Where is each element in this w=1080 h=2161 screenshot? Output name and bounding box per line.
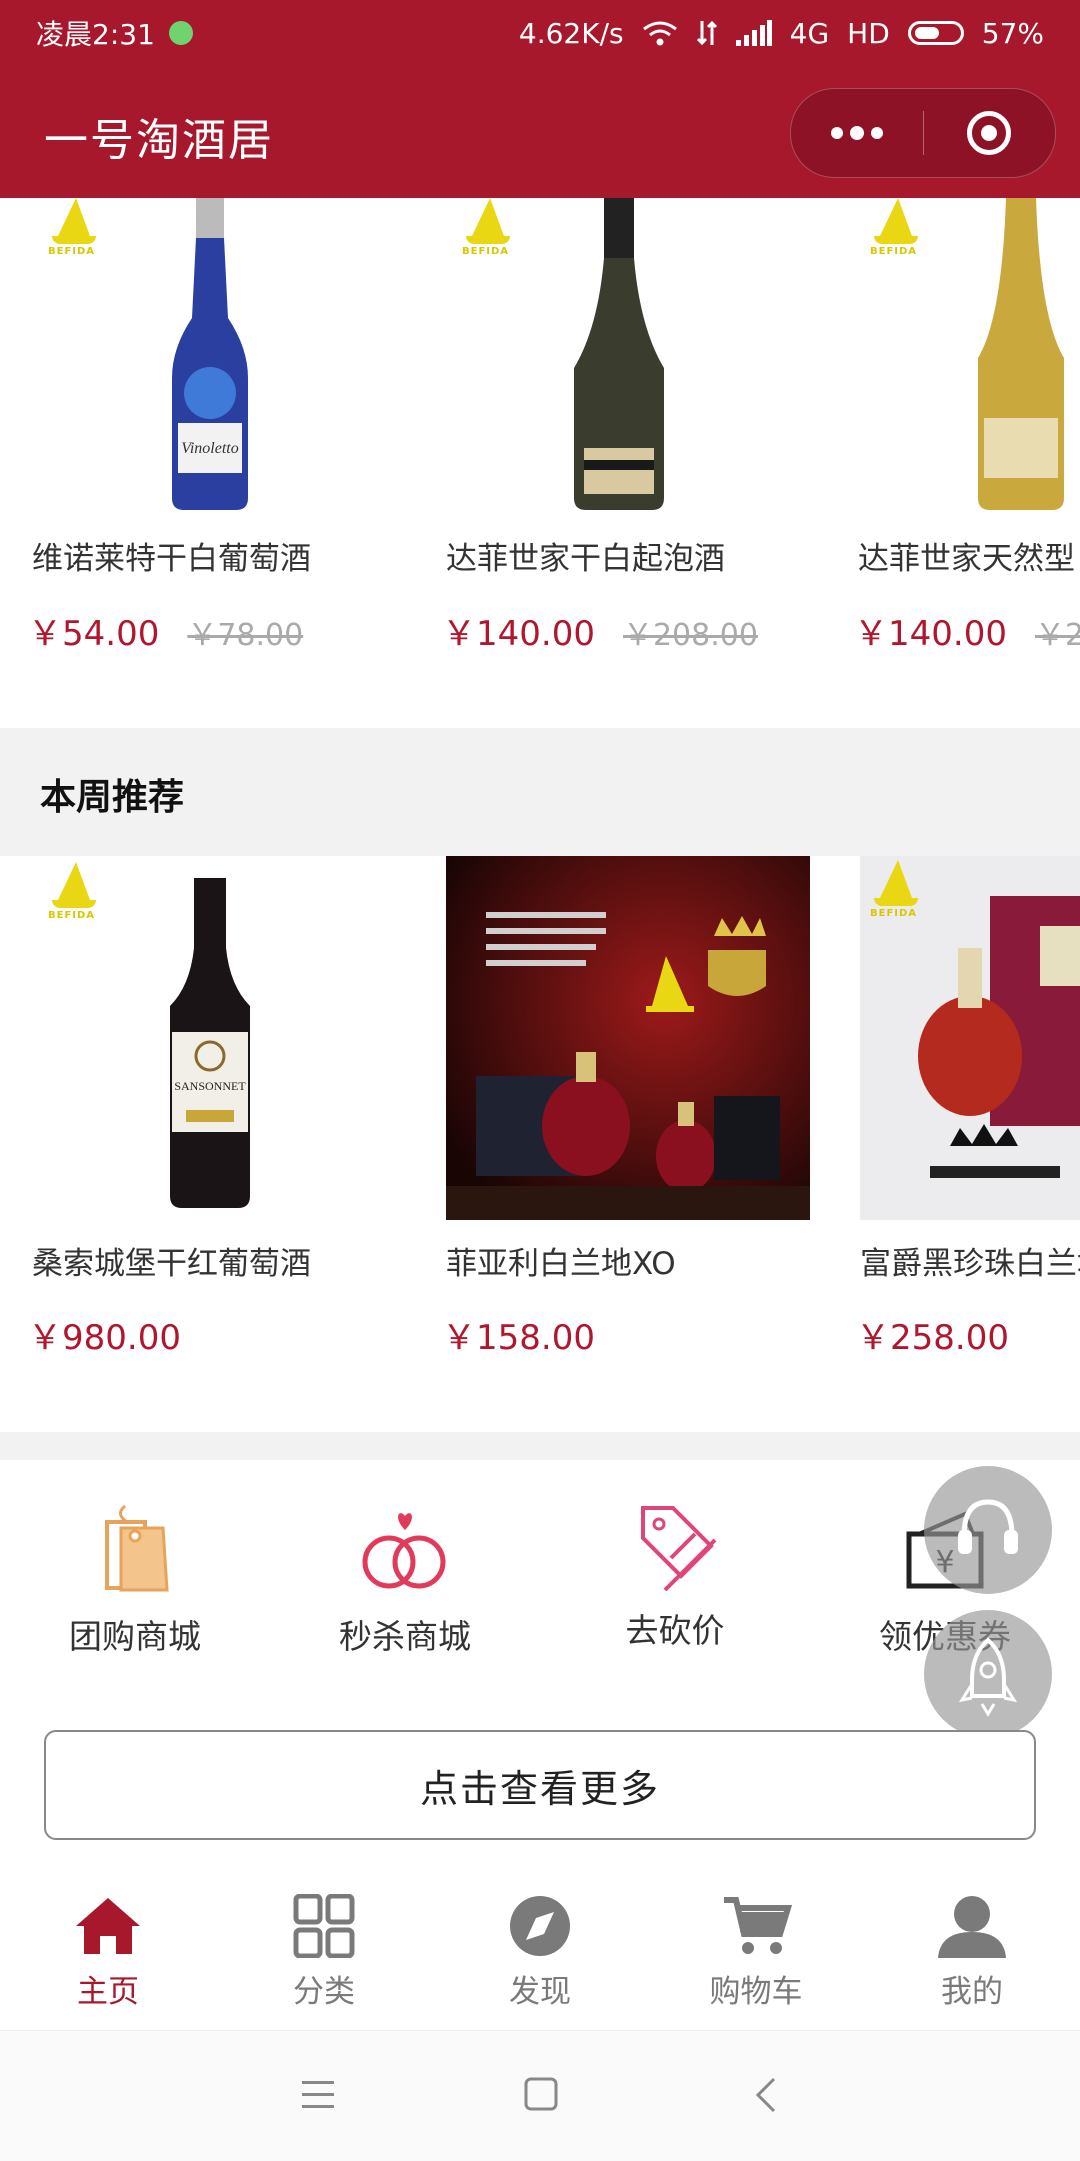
svg-text:Vinoletto: Vinoletto: [181, 440, 238, 457]
svg-text:SANSONNET: SANSONNET: [174, 1079, 246, 1093]
battery-level: 57%: [981, 16, 1044, 50]
product-price: ￥158.00: [442, 1318, 595, 1358]
headset-icon: [958, 1499, 1018, 1554]
product-price: ￥258.00: [856, 1318, 1009, 1358]
home-square-icon[interactable]: [524, 2077, 558, 2111]
price-row: ￥54.00 ￥78.00: [28, 606, 303, 655]
befida-logo: BEFIDA: [870, 860, 922, 924]
product-name: 达菲世家天然型: [858, 541, 1075, 577]
product-old-price: ￥208.00: [1034, 618, 1080, 653]
menu-icon[interactable]: [300, 2079, 336, 2111]
data-transfer-icon: [696, 20, 717, 46]
feature-label: 秒杀商城: [339, 1617, 471, 1656]
product-old-price: ￥208.00: [622, 618, 758, 653]
customer-service-button[interactable]: [924, 1466, 1052, 1594]
tab-category[interactable]: 分类: [216, 1894, 432, 2011]
wechat-notification-icon: [168, 21, 193, 45]
cart-icon: [724, 1897, 792, 1954]
grid-icon: [293, 1894, 355, 1958]
tab-home[interactable]: 主页: [0, 1894, 216, 2011]
back-icon[interactable]: [754, 2077, 778, 2113]
view-more-button[interactable]: 点击查看更多: [44, 1730, 1036, 1840]
product-card[interactable]: BEFIDA 达菲世家干白起泡酒 ￥140.00 ￥208.00: [414, 198, 778, 728]
product-card[interactable]: BEFIDA 达菲世家天然型 ￥140.00 ￥208.00: [828, 198, 1080, 728]
tab-label: 分类: [293, 1974, 355, 2010]
befida-logo: BEFIDA: [462, 198, 514, 262]
price-row: ￥158.00: [442, 1310, 595, 1359]
price-row: ￥140.00 ￥208.00: [442, 606, 758, 655]
product-card[interactable]: BEFIDA 富爵黑珍珠白兰地 ￥258.00: [856, 856, 1080, 1430]
top-product-row: Vinoletto BEFIDA 维诺莱特干白葡萄酒 ￥54.00 ￥78.00…: [0, 198, 1080, 728]
network-speed: 4.62K/s: [518, 16, 624, 50]
more-dots-icon[interactable]: [791, 89, 923, 177]
rocket-icon: [958, 1637, 1018, 1717]
weekly-section-title: 本周推荐: [40, 777, 185, 818]
product-name: 达菲世家干白起泡酒: [446, 541, 725, 577]
feature-entries: 团购商城 秒杀商城 去砍价 ¥ 领优惠券: [0, 1460, 1080, 1680]
hd-indicator: HD: [847, 16, 890, 50]
battery-icon: [907, 21, 964, 45]
back-to-top-button[interactable]: [924, 1610, 1052, 1738]
product-card[interactable]: Vinoletto BEFIDA 维诺莱特干白葡萄酒 ￥54.00 ￥78.00: [0, 198, 364, 728]
price-row: ￥140.00 ￥208.00: [854, 606, 1080, 655]
product-price: ￥980.00: [28, 1318, 181, 1358]
befida-logo: BEFIDA: [48, 198, 100, 262]
tab-cart[interactable]: 购物车: [648, 1894, 864, 2011]
home-icon: [76, 1898, 140, 1954]
product-name: 桑索城堡干红葡萄酒: [32, 1246, 311, 1282]
product-card[interactable]: SANSONNET BEFIDA 桑索城堡干红葡萄酒 ￥980.00: [0, 856, 364, 1430]
rings-icon: [362, 1513, 446, 1589]
tab-mine[interactable]: 我的: [864, 1894, 1080, 2011]
status-time: 凌晨2:31: [36, 18, 155, 51]
section-separator: [0, 1432, 1080, 1460]
feature-label: 团购商城: [69, 1617, 201, 1656]
befida-logo: BEFIDA: [48, 862, 100, 926]
product-price: ￥140.00: [442, 614, 595, 654]
close-target-button[interactable]: [924, 89, 1056, 177]
price-tag-icon: [105, 1504, 169, 1592]
feature-group-buy[interactable]: 团购商城: [0, 1460, 270, 1660]
bottom-tab-bar: 主页 分类 发现 购物车 我的: [0, 1870, 1080, 2030]
product-price: ￥54.00: [28, 614, 160, 654]
status-bar: 凌晨2:31 4.62K/s 4G HD 57%: [0, 0, 1080, 66]
tab-label: 主页: [77, 1974, 139, 2010]
tab-discover[interactable]: 发现: [432, 1894, 648, 2011]
product-old-price: ￥78.00: [187, 618, 304, 653]
befida-logo: BEFIDA: [870, 198, 922, 262]
discount-tag-icon: [641, 1506, 717, 1592]
network-type: 4G: [789, 16, 830, 50]
tab-label: 我的: [941, 1974, 1003, 2010]
price-row: ￥980.00: [28, 1310, 181, 1359]
user-icon: [938, 1896, 1006, 1958]
mini-program-capsule: [790, 88, 1056, 178]
product-name: 维诺莱特干白葡萄酒: [32, 541, 311, 577]
price-row: ￥258.00: [856, 1310, 1009, 1359]
signal-icon: [735, 20, 772, 46]
compass-icon: [510, 1896, 570, 1956]
weekly-product-row: SANSONNET BEFIDA 桑索城堡干红葡萄酒 ￥980.00 菲亚利白兰…: [0, 856, 1080, 1430]
product-name: 菲亚利白兰地XO: [446, 1246, 676, 1282]
wifi-icon: [642, 21, 677, 46]
product-card[interactable]: 菲亚利白兰地XO ￥158.00: [442, 856, 810, 1430]
feature-flash-sale[interactable]: 秒杀商城: [270, 1460, 540, 1660]
product-image: [828, 198, 1080, 518]
target-circle-icon: [967, 111, 1012, 155]
system-nav-bar: [0, 2030, 1080, 2161]
feature-bargain[interactable]: 去砍价: [540, 1460, 810, 1660]
product-name: 富爵黑珍珠白兰地: [860, 1246, 1080, 1282]
tab-label: 发现: [509, 1974, 571, 2010]
tab-label: 购物车: [709, 1974, 803, 2010]
feature-label: 去砍价: [625, 1611, 725, 1650]
product-price: ￥140.00: [854, 614, 1007, 654]
app-title: 一号淘酒居: [44, 115, 274, 166]
product-image: [446, 856, 810, 1220]
title-bar: 一号淘酒居: [0, 66, 1080, 198]
